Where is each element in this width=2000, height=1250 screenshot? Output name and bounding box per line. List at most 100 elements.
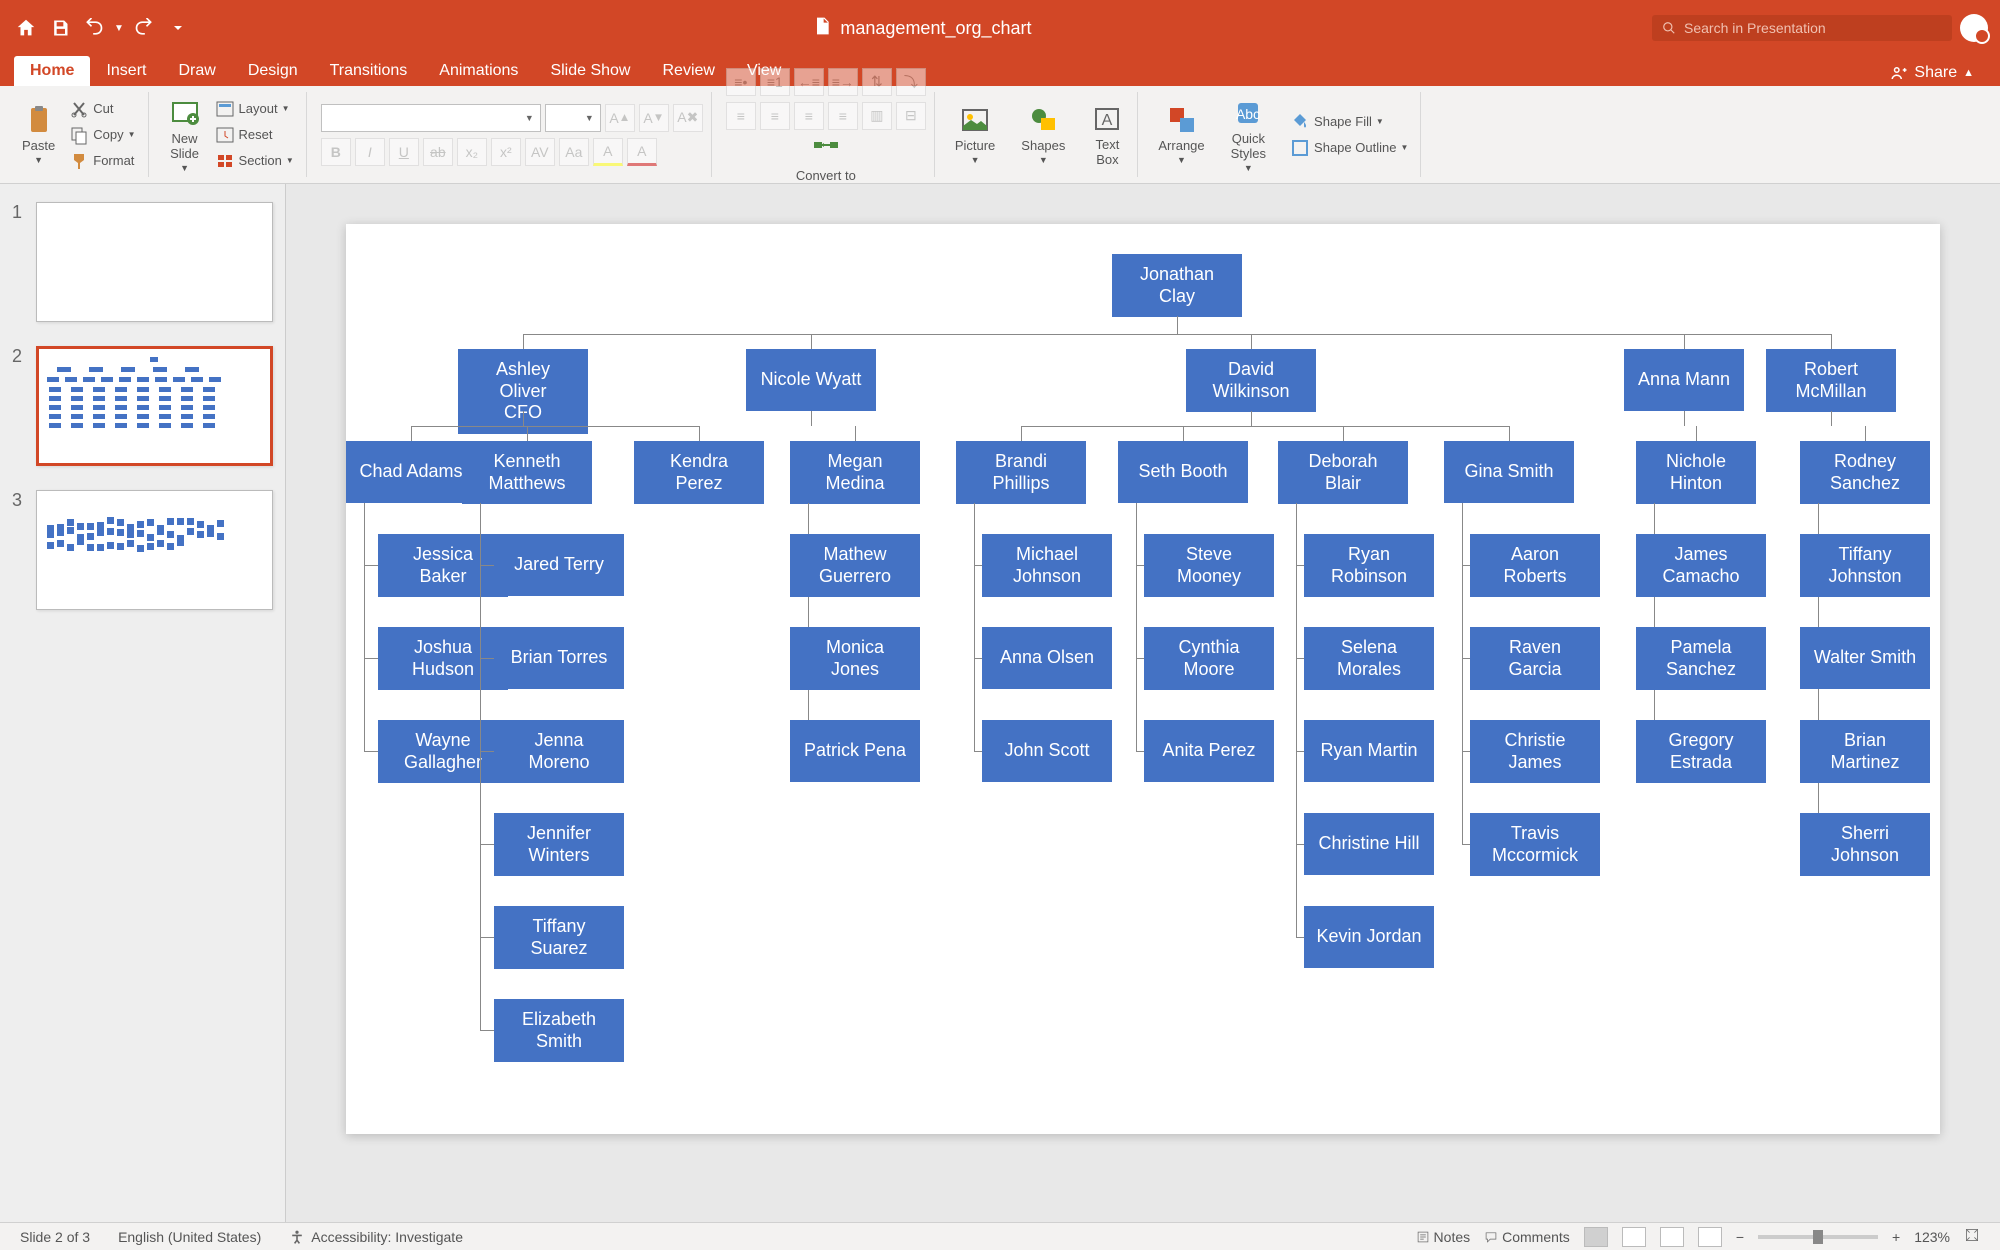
text-direction-icon[interactable]: ⤵ (896, 68, 926, 96)
slide-thumbnail-3[interactable] (36, 490, 273, 610)
org-node[interactable]: Cynthia Moore (1144, 627, 1274, 690)
org-node[interactable]: Jonathan Clay (1112, 254, 1242, 317)
shapes-button[interactable]: Shapes▼ (1015, 100, 1071, 169)
undo-dropdown-icon[interactable]: ▼ (114, 23, 124, 34)
org-node[interactable]: Raven Garcia (1470, 627, 1600, 690)
org-node[interactable]: Megan Medina (790, 441, 920, 504)
org-node[interactable]: Nichole Hinton (1636, 441, 1756, 504)
org-node[interactable]: Michael Johnson (982, 534, 1112, 597)
org-node[interactable]: Kendra Perez (634, 441, 764, 504)
org-node[interactable]: Aaron Roberts (1470, 534, 1600, 597)
save-icon[interactable] (46, 14, 74, 42)
org-node[interactable]: Tiffany Suarez (494, 906, 624, 969)
org-node[interactable]: Robert McMillan (1766, 349, 1896, 412)
org-node[interactable]: Anna Olsen (982, 627, 1112, 689)
org-node[interactable]: Patrick Pena (790, 720, 920, 782)
org-node[interactable]: Jennifer Winters (494, 813, 624, 876)
org-node[interactable]: David Wilkinson (1186, 349, 1316, 412)
decrease-indent-icon[interactable]: ←≡ (794, 68, 824, 96)
org-node[interactable]: Brandi Phillips (956, 441, 1086, 504)
justify-icon[interactable]: ≡ (828, 102, 858, 130)
slideshow-view-button[interactable] (1698, 1227, 1722, 1247)
org-node[interactable]: Elizabeth Smith (494, 999, 624, 1062)
tab-review[interactable]: Review (646, 56, 730, 86)
quick-styles-button[interactable]: AbcQuick Styles▼ (1225, 93, 1272, 177)
zoom-out-button[interactable]: − (1736, 1229, 1744, 1245)
tab-design[interactable]: Design (232, 56, 314, 86)
align-center-icon[interactable]: ≡ (760, 102, 790, 130)
strike-icon[interactable]: ab (423, 138, 453, 166)
home-icon[interactable] (12, 14, 40, 42)
align-right-icon[interactable]: ≡ (794, 102, 824, 130)
slide-canvas[interactable]: Jonathan ClayAshley Oliver CFONicole Wya… (346, 224, 1940, 1134)
shape-outline-button[interactable]: Shape Outline▼ (1286, 136, 1412, 160)
org-node[interactable]: Travis Mccormick (1470, 813, 1600, 876)
tab-animations[interactable]: Animations (423, 56, 534, 86)
arrange-button[interactable]: Arrange▼ (1152, 100, 1210, 169)
layout-button[interactable]: Layout▼ (211, 97, 298, 121)
org-node[interactable]: Deborah Blair (1278, 441, 1408, 504)
org-node[interactable]: Seth Booth (1118, 441, 1248, 503)
font-family-dropdown[interactable]: ▼ (321, 104, 541, 132)
org-node[interactable]: Jared Terry (494, 534, 624, 596)
numbering-icon[interactable]: ≡1 (760, 68, 790, 96)
org-node[interactable]: Gina Smith (1444, 441, 1574, 503)
org-node[interactable]: Kenneth Matthews (462, 441, 592, 504)
org-node[interactable]: Ryan Martin (1304, 720, 1434, 782)
org-node[interactable]: Brian Martinez (1800, 720, 1930, 783)
org-node[interactable]: Anita Perez (1144, 720, 1274, 782)
org-node[interactable]: Sherri Johnson (1800, 813, 1930, 876)
org-node[interactable]: Nicole Wyatt (746, 349, 876, 411)
notes-button[interactable]: Notes (1416, 1229, 1471, 1245)
org-node[interactable]: Walter Smith (1800, 627, 1930, 689)
org-node[interactable]: Monica Jones (790, 627, 920, 690)
columns-icon[interactable]: ▥ (862, 102, 892, 130)
align-left-icon[interactable]: ≡ (726, 102, 756, 130)
org-node[interactable]: Brian Torres (494, 627, 624, 689)
collapse-ribbon-icon[interactable]: ▲ (1963, 67, 1974, 79)
org-node[interactable]: James Camacho (1636, 534, 1766, 597)
italic-icon[interactable]: I (355, 138, 385, 166)
tab-slide-show[interactable]: Slide Show (534, 56, 646, 86)
accessibility-status[interactable]: Accessibility: Investigate (289, 1229, 463, 1245)
user-avatar[interactable] (1960, 14, 1988, 42)
underline-icon[interactable]: U (389, 138, 419, 166)
reset-button[interactable]: Reset (211, 123, 298, 147)
redo-icon[interactable] (130, 14, 158, 42)
line-spacing-icon[interactable]: ⇅ (862, 68, 892, 96)
language-status[interactable]: English (United States) (118, 1229, 261, 1245)
org-node[interactable]: Christine Hill (1304, 813, 1434, 875)
comments-button[interactable]: Comments (1484, 1229, 1570, 1245)
org-node[interactable]: Kevin Jordan (1304, 906, 1434, 968)
superscript-icon[interactable]: x² (491, 138, 521, 166)
clear-format-icon[interactable]: A✖ (673, 104, 703, 132)
org-node[interactable]: Mathew Guerrero (790, 534, 920, 597)
org-node[interactable]: Selena Morales (1304, 627, 1434, 690)
slide-thumbnail-2[interactable] (36, 346, 273, 466)
tab-insert[interactable]: Insert (90, 56, 162, 86)
format-painter-button[interactable]: Format (65, 149, 139, 173)
org-node[interactable]: Chad Adams (346, 441, 476, 503)
fit-window-button[interactable] (1964, 1227, 1980, 1246)
org-node[interactable]: Tiffany Johnston (1800, 534, 1930, 597)
zoom-level[interactable]: 123% (1914, 1229, 1950, 1245)
bold-icon[interactable]: B (321, 138, 351, 166)
increase-indent-icon[interactable]: ≡→ (828, 68, 858, 96)
paste-button[interactable]: Paste ▼ (16, 100, 61, 169)
align-text-icon[interactable]: ⊟ (896, 102, 926, 130)
share-button[interactable]: Share ▲ (1878, 60, 1986, 86)
normal-view-button[interactable] (1584, 1227, 1608, 1247)
new-slide-button[interactable]: New Slide ▼ (163, 93, 207, 177)
subscript-icon[interactable]: x₂ (457, 138, 487, 166)
reading-view-button[interactable] (1660, 1227, 1684, 1247)
org-node[interactable]: Steve Mooney (1144, 534, 1274, 597)
org-node[interactable]: Anna Mann (1624, 349, 1744, 411)
org-node[interactable]: Ryan Robinson (1304, 534, 1434, 597)
increase-font-icon[interactable]: A▲ (605, 104, 635, 132)
char-spacing-icon[interactable]: AV (525, 138, 555, 166)
slide-thumbnail-1[interactable] (36, 202, 273, 322)
picture-button[interactable]: Picture▼ (949, 100, 1001, 169)
highlight-icon[interactable]: A (593, 138, 623, 166)
undo-icon[interactable] (80, 14, 108, 42)
slide-counter[interactable]: Slide 2 of 3 (20, 1229, 90, 1245)
